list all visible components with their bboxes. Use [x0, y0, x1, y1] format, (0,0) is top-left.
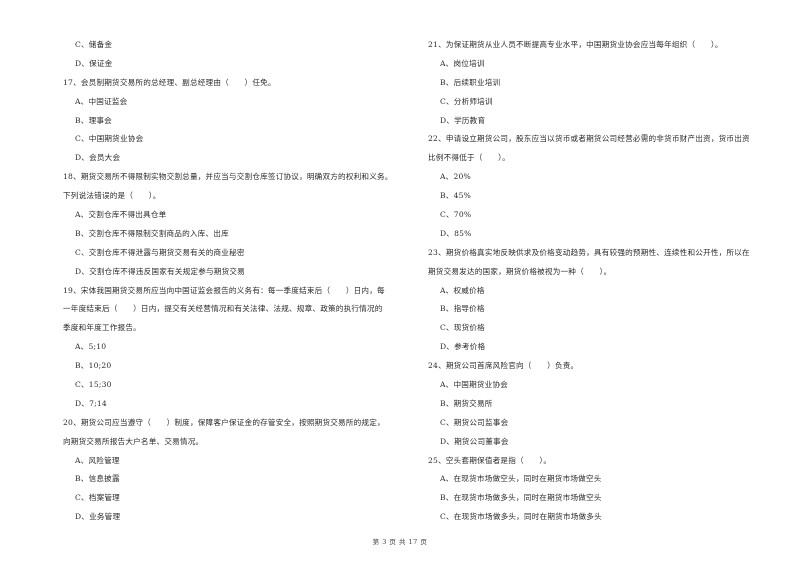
- answer-option: D、参考价格: [440, 342, 486, 352]
- answer-option: B、45%: [440, 191, 472, 201]
- answer-option: B、10;20: [75, 361, 112, 371]
- answer-option: C、现货价格: [440, 323, 485, 333]
- answer-option: B、在现货市场做多头，同时在期货市场做空头: [440, 493, 602, 503]
- answer-option: A、5;10: [75, 342, 107, 352]
- question-text: 21、为保证期货从业人员不断提高专业水平，中国期货业协会应当每年组织（ ）。: [428, 40, 723, 49]
- answer-option: C、70%: [440, 210, 472, 220]
- question-text: 20、期货公司应当遵守（ ）制度，保障客户保证金的存管安全，按照期货交易所的规定…: [63, 417, 385, 427]
- question-text: 22、申请设立期货公司，股东应当以货币或者期货公司经营必需的非货币财产出资，货币…: [428, 134, 750, 144]
- answer-option: B、理事会: [75, 115, 112, 125]
- question-text: 18、期货交易所不得限制实物交割总量，并应当与交割仓库签订协议，明确双方的权利和…: [63, 172, 393, 182]
- question-text: 24、期货公司首席风险官向（ ）负责。: [428, 361, 579, 371]
- answer-option: A、交割仓库不得出具仓单: [75, 210, 167, 220]
- question-text: 25、空头套期保值者是指（ ）。: [428, 455, 552, 465]
- question-text: 比例不得低于（ ）。: [428, 153, 510, 163]
- answer-option: A、权威价格: [440, 285, 485, 295]
- answer-option: C、交割仓库不得泄露与期货交易有关的商业秘密: [75, 247, 245, 257]
- answer-option: D、学历教育: [440, 115, 486, 125]
- answer-option: A、风险管理: [75, 455, 120, 465]
- answer-option: A、中国证监会: [75, 96, 128, 106]
- answer-option: C、分析师培训: [440, 96, 493, 106]
- answer-option: A、20%: [440, 172, 471, 182]
- answer-option: B、信息披露: [75, 474, 120, 484]
- answer-option: D、会员大会: [75, 153, 121, 163]
- question-text: 向期货交易所报告大户名单、交易情况。: [63, 436, 204, 446]
- question-text: 一年度结束后（ ）日内，提交有关经营情况和有关法律、法规、规章、政策的执行情况的: [63, 304, 383, 314]
- answer-option: C、储备金: [75, 40, 113, 49]
- question-text: 下列说法错误的是（ ）。: [63, 191, 161, 201]
- answer-option: B、期货交易所: [440, 398, 493, 408]
- question-text: 19、宋体我国期货交易所应当向中国证监会报告的义务有：每一季度结束后（ ）日内，…: [63, 285, 385, 295]
- answer-option: D、业务管理: [75, 512, 121, 522]
- answer-option: A、岗位培训: [440, 58, 485, 68]
- page-footer: 第 3 页 共 17 页: [372, 538, 428, 546]
- question-text: 期货交易发达的国家，期货价格被视为一种（ ）。: [428, 266, 612, 276]
- answer-option: B、交割仓库不得限制交割商品的入库、出库: [75, 228, 229, 238]
- question-text: 季度和年度工作报告。: [63, 323, 141, 333]
- answer-option: A、在现货市场做空头，同时在期货市场做空头: [440, 474, 602, 484]
- answer-option: D、7;14: [75, 398, 107, 408]
- answer-option: C、档案管理: [75, 493, 120, 503]
- question-text: 23、期货价格真实地反映供求及价格变动趋势，具有较强的预期性、连续性和公开性，所…: [428, 247, 750, 257]
- document-page: C、储备金 D、保证金 17、会员制期货交易所的总经理、副总经理由（ ）任免。 A、中…: [0, 0, 800, 565]
- answer-option: D、保证金: [75, 58, 113, 68]
- answer-option: D、85%: [440, 228, 472, 238]
- answer-option: C、期货公司监事会: [440, 417, 509, 427]
- answer-option: C、中国期货业协会: [75, 134, 144, 144]
- answer-option: C、在现货市场做多头，同时在期货市场做多头: [440, 512, 602, 522]
- question-text: 17、会员制期货交易所的总经理、副总经理由（ ）任免。: [63, 77, 276, 87]
- right-column: 21、为保证期货从业人员不断提高专业水平，中国期货业协会应当每年组织（ ）。 A、…: [428, 41, 773, 532]
- left-column: C、储备金 D、保证金 17、会员制期货交易所的总经理、副总经理由（ ）任免。 A、中…: [63, 41, 408, 532]
- answer-option: D、期货公司董事会: [440, 436, 509, 446]
- answer-option: A、中国期货业协会: [440, 380, 509, 390]
- answer-option: D、交割仓库不得违反国家有关规定参与期货交易: [75, 266, 245, 276]
- answer-option: B、指导价格: [440, 304, 485, 314]
- answer-option: C、15;30: [75, 380, 112, 390]
- answer-option: B、后续职业培训: [440, 77, 501, 87]
